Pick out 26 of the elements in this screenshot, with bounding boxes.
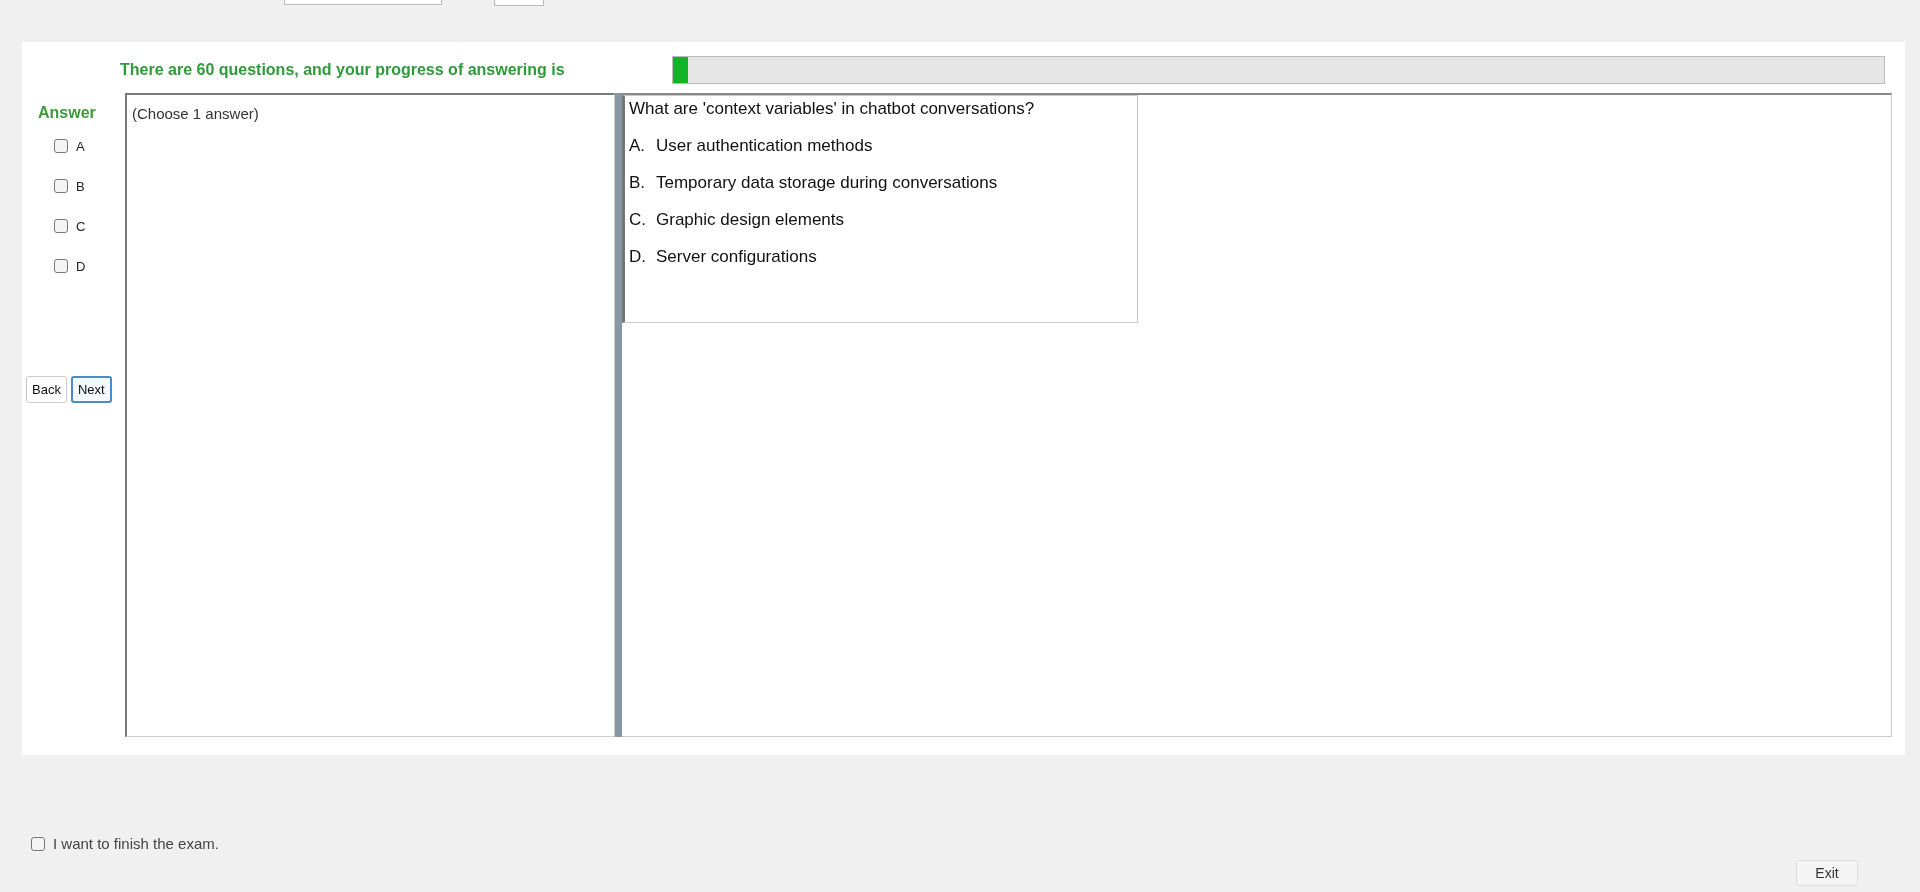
answer-instruction: (Choose 1 answer) — [132, 105, 259, 122]
option-label: C — [76, 218, 86, 234]
choice-text: Temporary data storage during conversations — [656, 173, 998, 193]
nav-button[interactable]: Back — [26, 376, 67, 403]
question-text: What are 'context variables' in chatbot conversations? — [629, 99, 1036, 119]
option-label: B — [76, 178, 85, 194]
choice-letter: A. — [629, 136, 647, 156]
answer-checkbox[interactable] — [54, 179, 68, 193]
progress-label: There are 60 questions, and your progress of answering is — [120, 61, 566, 79]
choice-text: Graphic design elements — [656, 210, 845, 230]
finish-checkbox[interactable] — [31, 836, 45, 851]
choice-letter: B. — [629, 173, 647, 193]
answer-label: Answer — [38, 104, 96, 122]
choice-text: Server configurations — [656, 247, 817, 267]
nav-button[interactable]: Next — [70, 376, 112, 403]
answer-checkbox[interactable] — [54, 259, 68, 273]
choice-letter: D. — [629, 247, 647, 267]
option-label: A — [76, 138, 85, 154]
finish-label: I want to finish the exam. — [53, 835, 219, 852]
answer-checkbox[interactable] — [54, 139, 68, 153]
choice-text: User authentication methods — [656, 136, 873, 156]
answer-box[interactable]: (Choose 1 answer) — [125, 93, 615, 737]
option-label: D — [76, 258, 86, 274]
choice-letter: C. — [629, 210, 647, 230]
exit-button[interactable]: Exit — [1796, 860, 1858, 886]
answer-checkbox[interactable] — [54, 219, 68, 233]
